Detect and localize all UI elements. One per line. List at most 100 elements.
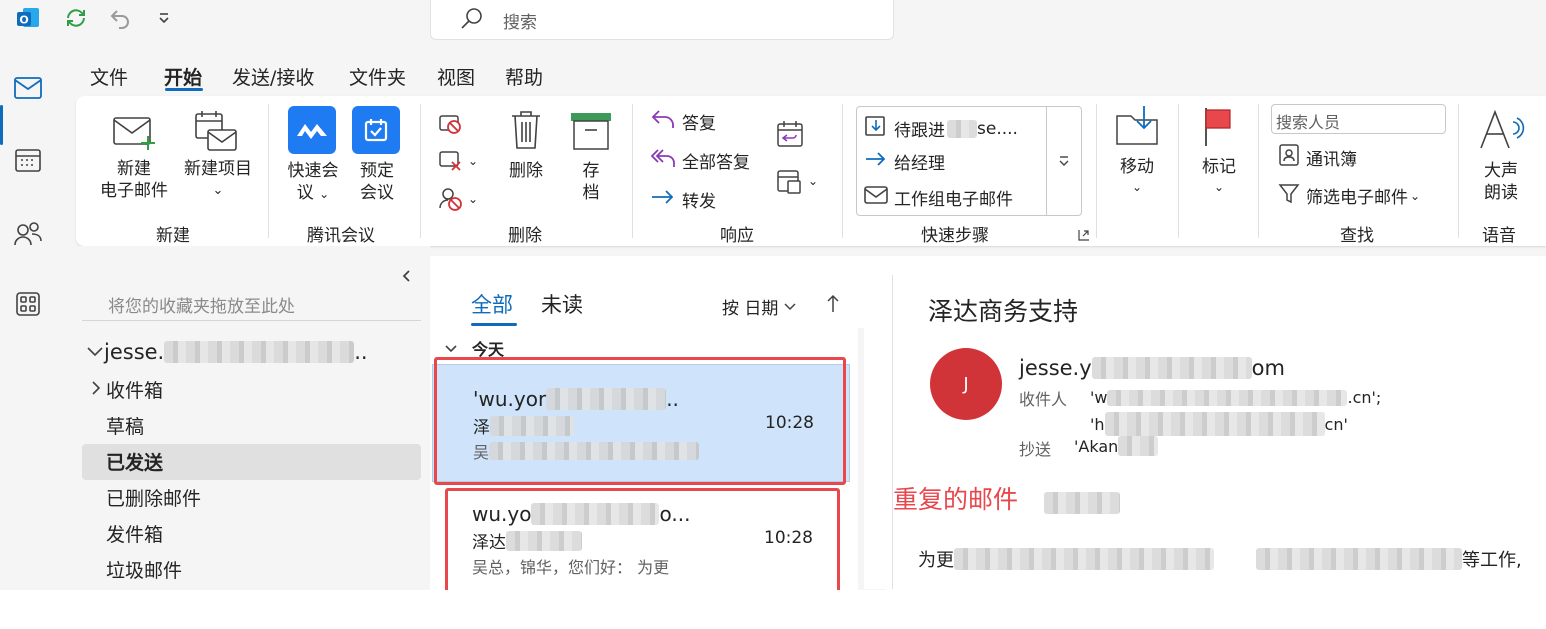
dialog-launcher-icon[interactable] — [1078, 226, 1090, 245]
new-item-button[interactable]: 新建项目 ⌄ — [178, 108, 258, 204]
bottom-area — [0, 590, 1546, 629]
filter-mail-button[interactable]: 筛选电子邮件 ⌄ — [1278, 182, 1420, 209]
tab-unread-messages[interactable]: 未读 — [541, 289, 583, 319]
quickstep-team-email[interactable]: 工作组电子邮件 — [864, 185, 1013, 210]
search-icon — [459, 6, 485, 36]
address-book-button[interactable]: 通讯簿 — [1278, 143, 1357, 172]
reply-icon — [650, 108, 676, 135]
pane-divider — [892, 275, 893, 589]
group-label-tencent: 腾讯会议 — [307, 226, 375, 246]
archive-label-1: 存 — [582, 161, 600, 181]
tab-file[interactable]: 文件 — [90, 63, 128, 90]
folder-junk[interactable]: 垃圾邮件 — [106, 556, 182, 583]
calendar-icon[interactable] — [8, 140, 48, 180]
to-recipients-line-1[interactable]: 'w .cn'; — [1090, 388, 1381, 407]
new-mail-label-1: 新建 — [117, 159, 151, 179]
quickstep-manager[interactable]: 给经理 — [864, 149, 945, 174]
reply-all-icon — [650, 147, 676, 174]
ignore-icon[interactable] — [438, 112, 464, 140]
schedule-meeting-icon — [352, 106, 400, 154]
ribbon-separator — [1258, 104, 1259, 238]
tab-send-receive[interactable]: 发送/接收 — [232, 63, 314, 90]
mail-icon[interactable] — [8, 68, 48, 108]
archive-button[interactable]: 存 档 — [566, 108, 616, 208]
chevron-right-icon[interactable] — [90, 380, 102, 400]
ribbon-separator — [420, 104, 421, 238]
tab-all-messages[interactable]: 全部 — [471, 289, 513, 319]
sender-name-suffix: om — [1251, 356, 1285, 380]
folder-drafts[interactable]: 草稿 — [106, 412, 144, 439]
folder-inbox[interactable]: 收件箱 — [106, 376, 163, 403]
flag-button[interactable]: 标记 ⌄ — [1192, 104, 1246, 204]
reply-button[interactable]: 答复 — [650, 108, 716, 135]
trash-icon — [510, 110, 542, 154]
apps-icon[interactable] — [8, 284, 48, 324]
ribbon-separator — [1178, 104, 1179, 238]
ribbon-separator — [1096, 104, 1097, 238]
search-placeholder: 搜索 — [503, 13, 537, 33]
account-node[interactable]: jesse. .. — [86, 340, 368, 364]
tab-home[interactable]: 开始 — [164, 63, 202, 90]
junk-icon[interactable]: ⌄ — [438, 186, 478, 212]
search-input[interactable]: 搜索 — [430, 0, 894, 40]
ribbon-separator — [842, 104, 843, 238]
tab-help[interactable]: 帮助 — [505, 63, 543, 90]
search-people-input[interactable]: 搜索人员 — [1271, 104, 1446, 134]
tab-view[interactable]: 视图 — [437, 63, 475, 90]
new-item-label: 新建项目 — [184, 159, 252, 179]
redacted-text — [164, 341, 355, 363]
sort-direction-icon[interactable] — [826, 294, 840, 318]
schedule-meeting-button[interactable]: 预定 会议 — [350, 106, 406, 206]
tab-folder[interactable]: 文件夹 — [349, 63, 406, 90]
annotation-box-1 — [434, 357, 846, 485]
quickstep-followup[interactable]: 待跟进 se.... — [864, 114, 1018, 143]
collapse-pane-icon[interactable] — [400, 268, 414, 287]
redacted-text — [1107, 389, 1348, 406]
to-recipients-line-2[interactable]: 'h cn' — [1090, 412, 1348, 436]
quick-meeting-button[interactable]: 快速会 议 ⌄ — [282, 106, 344, 206]
forward-button[interactable]: 转发 — [650, 186, 716, 213]
quick-steps-expand-button[interactable] — [1046, 107, 1081, 215]
undo-icon[interactable] — [106, 4, 134, 32]
delete-label: 删除 — [509, 161, 543, 181]
customize-icon[interactable] — [150, 4, 178, 32]
more-respond-icon[interactable]: ⌄ — [776, 168, 818, 194]
ribbon-separator — [268, 104, 269, 238]
new-mail-button[interactable]: 新建 电子邮件 — [96, 108, 172, 204]
move-chevron-icon: ⌄ — [1131, 180, 1143, 194]
to-line-2-suffix: cn' — [1324, 414, 1348, 434]
delete-button[interactable]: 删除 — [500, 108, 552, 188]
divider — [82, 320, 421, 321]
to-line-1-text: 'w — [1090, 388, 1108, 407]
filter-icon — [1278, 182, 1300, 209]
annotation-box-2 — [445, 488, 840, 602]
cleanup-icon[interactable]: ⌄ — [438, 150, 478, 172]
move-icon — [1114, 104, 1160, 152]
tencent-meeting-icon — [288, 106, 336, 154]
reply-all-button[interactable]: 全部答复 — [650, 147, 750, 174]
people-icon[interactable] — [8, 214, 48, 254]
folder-sent[interactable]: 已发送 — [106, 448, 163, 475]
reply-label: 答复 — [682, 114, 716, 134]
folder-outbox[interactable]: 发件箱 — [106, 520, 163, 547]
followup-icon — [864, 114, 888, 143]
redacted-text — [947, 119, 977, 138]
move-button[interactable]: 移动 ⌄ — [1110, 104, 1164, 204]
to-line-1-suffix: .cn'; — [1347, 388, 1382, 407]
chevron-down-icon — [86, 340, 104, 364]
sync-icon[interactable] — [62, 4, 90, 32]
cc-recipients[interactable]: 'Akan — [1074, 436, 1159, 456]
outlook-logo-icon: O — [14, 4, 42, 32]
sender-name[interactable]: jesse.y om — [1019, 356, 1285, 380]
group-label-new: 新建 — [156, 226, 190, 246]
to-line-2-text: 'h — [1090, 414, 1105, 434]
new-mail-icon — [112, 112, 158, 156]
meeting-reply-icon[interactable] — [776, 120, 804, 152]
folder-deleted[interactable]: 已删除邮件 — [106, 484, 201, 511]
read-aloud-button[interactable]: 大声 朗读 — [1476, 104, 1530, 204]
sort-by-date-button[interactable]: 按 日期 — [722, 294, 796, 319]
tab-all-underline — [471, 323, 517, 326]
team-email-label: 工作组电子邮件 — [894, 190, 1013, 210]
group-label-respond: 响应 — [720, 226, 754, 246]
account-suffix: .. — [354, 340, 368, 364]
